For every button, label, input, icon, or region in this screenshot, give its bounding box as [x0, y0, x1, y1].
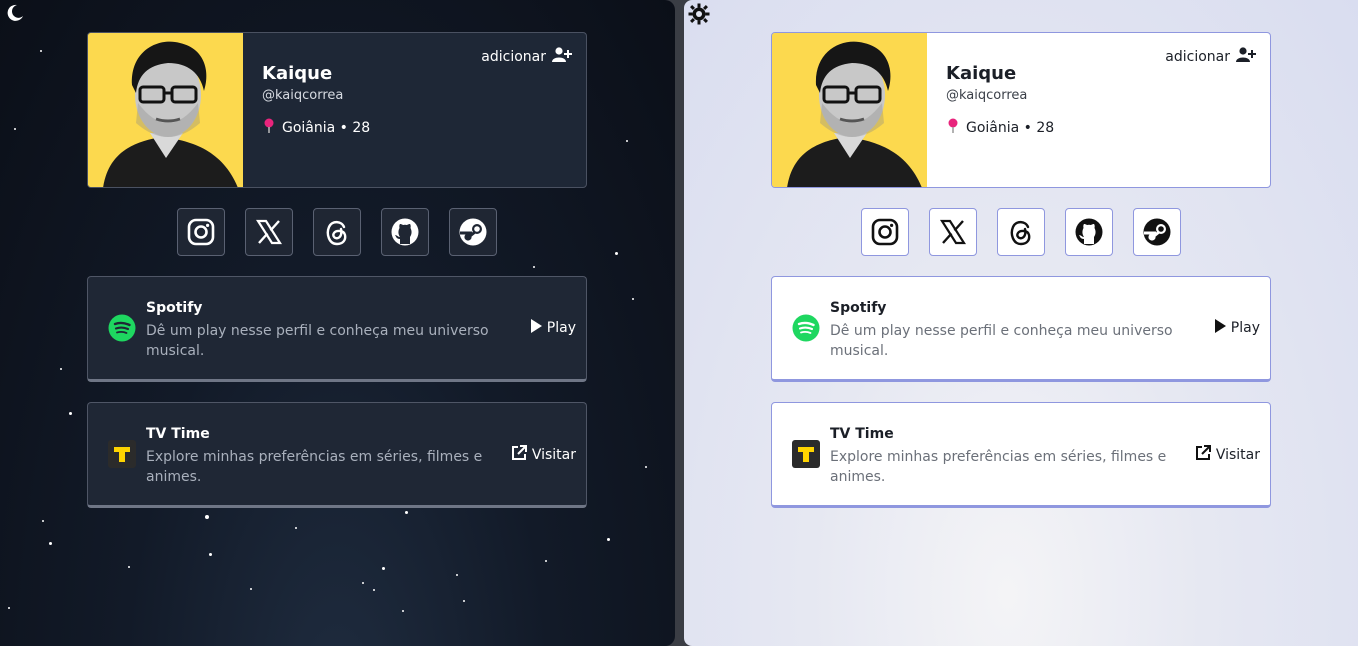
play-icon — [1214, 319, 1226, 337]
social-links — [771, 208, 1271, 256]
light-theme-panel: Kaique @kaiqcorrea Goiânia • 28 adiciona… — [684, 0, 1358, 646]
visit-button[interactable]: Visitar — [511, 445, 576, 465]
dark-theme-panel: Kaique @kaiqcorrea Goiânia • 28 adiciona… — [0, 0, 675, 646]
visit-label: Visitar — [1215, 447, 1260, 463]
tvtime-icon — [792, 440, 820, 468]
x-icon — [939, 219, 967, 245]
profile-handle: @kaiqcorrea — [946, 88, 1028, 103]
play-button[interactable]: Play — [530, 319, 576, 337]
tvtime-description: Explore minhas preferências em séries, f… — [146, 449, 483, 485]
x-button[interactable] — [245, 208, 293, 256]
steam-icon — [1143, 218, 1171, 246]
threads-button[interactable] — [997, 208, 1045, 256]
spotify-card[interactable]: Spotify Dê um play nesse perfil e conheç… — [771, 276, 1271, 382]
spotify-title: Spotify — [146, 300, 203, 316]
play-label: Play — [1230, 320, 1260, 336]
visit-button[interactable]: Visitar — [1195, 445, 1260, 465]
tvtime-title: TV Time — [146, 426, 210, 442]
social-links — [87, 208, 587, 256]
add-friend-label: adicionar — [481, 49, 546, 65]
tvtime-icon — [108, 440, 136, 468]
add-friend-button[interactable]: adicionar — [481, 47, 572, 67]
threads-icon — [326, 220, 347, 246]
avatar — [772, 33, 927, 187]
user-plus-icon — [552, 47, 572, 67]
github-button[interactable] — [1065, 208, 1113, 256]
instagram-icon — [187, 218, 215, 246]
spotify-icon — [792, 314, 820, 342]
threads-button[interactable] — [313, 208, 361, 256]
user-plus-icon — [1236, 47, 1256, 67]
steam-button[interactable] — [449, 208, 497, 256]
profile-card: Kaique @kaiqcorrea Goiânia • 28 adiciona… — [87, 32, 587, 188]
profile-handle: @kaiqcorrea — [262, 88, 344, 103]
sun-gear-icon[interactable] — [688, 3, 710, 25]
add-friend-label: adicionar — [1165, 49, 1230, 65]
spotify-title: Spotify — [830, 300, 887, 316]
play-label: Play — [546, 320, 576, 336]
location-pin-icon — [946, 118, 960, 138]
profile-location: Goiânia • 28 — [262, 118, 370, 138]
x-icon — [255, 219, 283, 245]
tvtime-description: Explore minhas preferências em séries, f… — [830, 449, 1167, 485]
location-text: Goiânia • 28 — [282, 120, 371, 136]
profile-card: Kaique @kaiqcorrea Goiânia • 28 adiciona… — [771, 32, 1271, 188]
location-pin-icon — [262, 118, 276, 138]
tvtime-card[interactable]: TV Time Explore minhas preferências em s… — [87, 402, 587, 508]
instagram-button[interactable] — [861, 208, 909, 256]
profile-name: Kaique — [262, 63, 333, 84]
profile-location: Goiânia • 28 — [946, 118, 1054, 138]
moon-icon[interactable] — [3, 3, 25, 25]
profile-name: Kaique — [946, 63, 1017, 84]
tvtime-card[interactable]: TV Time Explore minhas preferências em s… — [771, 402, 1271, 508]
github-icon — [1075, 218, 1103, 246]
github-icon — [391, 218, 419, 246]
threads-icon — [1010, 220, 1031, 246]
steam-button[interactable] — [1133, 208, 1181, 256]
spotify-description: Dê um play nesse perfil e conheça meu un… — [146, 323, 489, 359]
x-button[interactable] — [929, 208, 977, 256]
spotify-icon — [108, 314, 136, 342]
spotify-description: Dê um play nesse perfil e conheça meu un… — [830, 323, 1173, 359]
add-friend-button[interactable]: adicionar — [1165, 47, 1256, 67]
play-icon — [530, 319, 542, 337]
instagram-icon — [871, 218, 899, 246]
steam-icon — [459, 218, 487, 246]
external-link-icon — [1195, 445, 1211, 465]
tvtime-title: TV Time — [830, 426, 894, 442]
visit-label: Visitar — [531, 447, 576, 463]
github-button[interactable] — [381, 208, 429, 256]
play-button[interactable]: Play — [1214, 319, 1260, 337]
location-text: Goiânia • 28 — [966, 120, 1055, 136]
instagram-button[interactable] — [177, 208, 225, 256]
spotify-card[interactable]: Spotify Dê um play nesse perfil e conheç… — [87, 276, 587, 382]
external-link-icon — [511, 445, 527, 465]
avatar — [88, 33, 243, 187]
